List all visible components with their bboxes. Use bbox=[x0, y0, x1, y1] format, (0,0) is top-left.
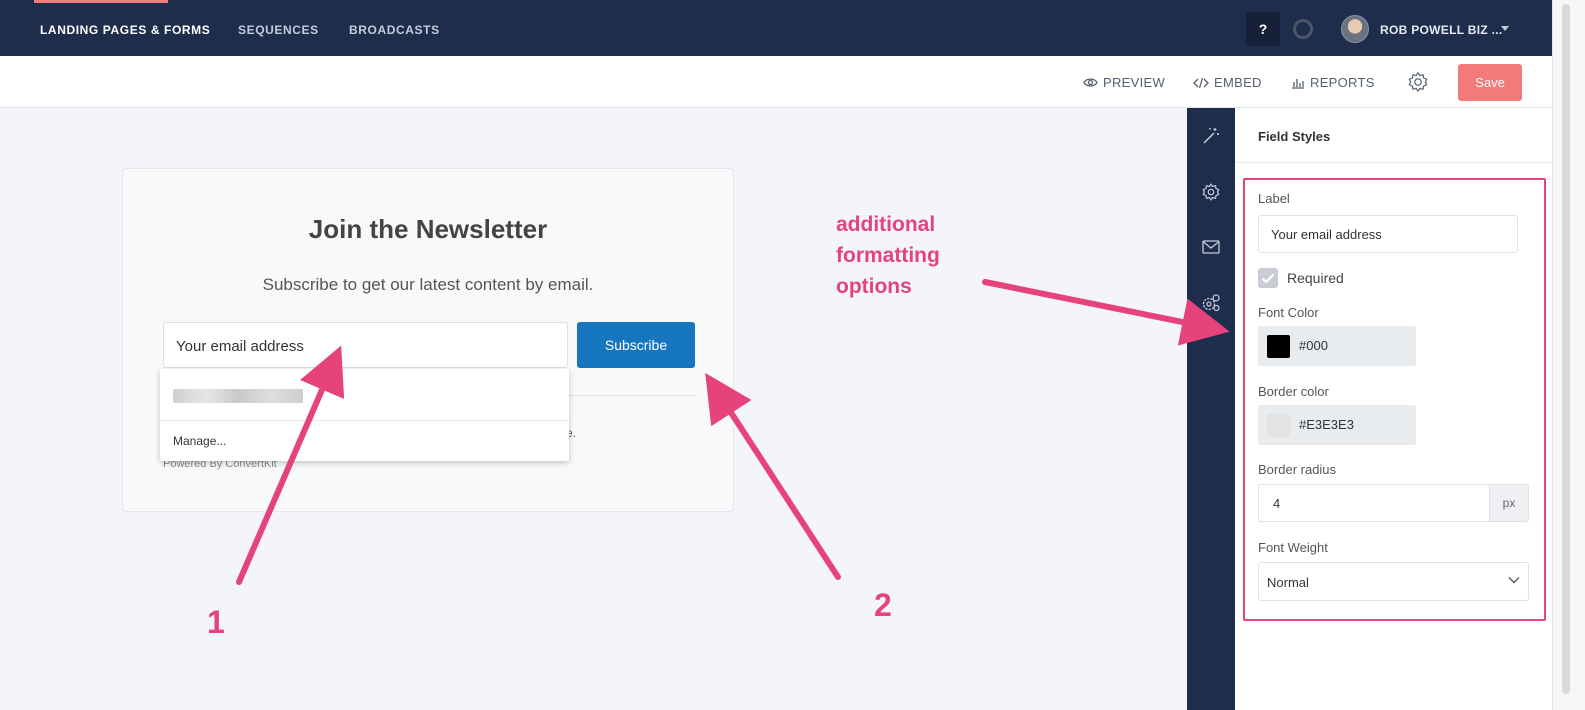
font-color-value: #000 bbox=[1299, 338, 1328, 353]
envelope-icon[interactable] bbox=[1201, 237, 1221, 257]
preview-button[interactable]: PREVIEW bbox=[1083, 75, 1165, 90]
form-title: Join the Newsletter bbox=[308, 214, 548, 244]
required-checkbox[interactable] bbox=[1258, 268, 1278, 288]
reports-button[interactable]: REPORTS bbox=[1291, 75, 1375, 90]
autofill-divider bbox=[160, 420, 569, 421]
scrollbar-thumb[interactable] bbox=[1562, 4, 1570, 694]
embed-button[interactable]: EMBED bbox=[1193, 75, 1262, 90]
border-radius-unit: px bbox=[1489, 484, 1529, 522]
font-color-heading: Font Color bbox=[1258, 305, 1319, 320]
autofill-suggestion[interactable] bbox=[173, 389, 303, 403]
font-color-picker[interactable]: #000 bbox=[1258, 326, 1416, 366]
font-color-swatch[interactable] bbox=[1267, 335, 1290, 358]
account-name[interactable]: ROB POWELL BIZ ... bbox=[1380, 23, 1503, 37]
font-weight-heading: Font Weight bbox=[1258, 540, 1328, 555]
chevron-down-icon bbox=[1508, 577, 1520, 584]
embed-label: EMBED bbox=[1214, 75, 1262, 90]
preview-label: PREVIEW bbox=[1103, 75, 1166, 90]
checkmark-icon bbox=[1261, 273, 1275, 284]
font-weight-select[interactable]: Normal bbox=[1258, 562, 1529, 601]
required-label: Required bbox=[1287, 270, 1344, 286]
editor-toolbar: PREVIEW EMBED REPORTS Save bbox=[0, 56, 1552, 108]
panel-title: Field Styles bbox=[1258, 129, 1331, 144]
font-weight-value: Normal bbox=[1267, 575, 1309, 590]
editor-side-rail bbox=[1187, 108, 1235, 710]
magic-wand-icon[interactable] bbox=[1201, 126, 1221, 146]
advanced-settings-icon[interactable] bbox=[1201, 293, 1221, 313]
settings-icon[interactable] bbox=[1201, 182, 1221, 202]
border-radius-heading: Border radius bbox=[1258, 462, 1337, 477]
form-subtitle: Subscribe to get our latest content by e… bbox=[262, 275, 594, 294]
field-styles-panel: Field Styles Label Your email address Re… bbox=[1235, 108, 1552, 710]
annotation-callout: additional formatting options bbox=[836, 209, 976, 302]
eye-icon bbox=[1083, 78, 1098, 87]
autofill-manage-link[interactable]: Manage... bbox=[173, 434, 226, 448]
border-color-swatch[interactable] bbox=[1267, 414, 1290, 437]
chevron-down-icon[interactable] bbox=[1501, 26, 1509, 31]
page-scrollbar[interactable] bbox=[1552, 0, 1585, 710]
border-color-heading: Border color bbox=[1258, 384, 1329, 399]
autofill-dropdown: Manage... bbox=[160, 369, 569, 461]
border-color-value: #E3E3E3 bbox=[1299, 417, 1354, 432]
border-color-picker[interactable]: #E3E3E3 bbox=[1258, 405, 1416, 445]
save-button[interactable]: Save bbox=[1458, 64, 1522, 101]
callout-line-2: formatting bbox=[836, 244, 940, 267]
border-radius-input[interactable]: 4 bbox=[1258, 484, 1489, 522]
label-text-field[interactable]: Your email address bbox=[1258, 215, 1518, 253]
active-nav-indicator bbox=[34, 0, 168, 3]
settings-gear-icon[interactable] bbox=[1407, 71, 1429, 93]
annotation-marker-1: 1 bbox=[207, 604, 225, 640]
loading-ring-icon bbox=[1293, 19, 1313, 39]
help-button[interactable]: ? bbox=[1246, 12, 1280, 46]
panel-divider bbox=[1235, 162, 1552, 163]
email-field[interactable]: Your email address bbox=[163, 322, 568, 368]
arrow-to-field-styles bbox=[982, 279, 1230, 346]
callout-line-3: options bbox=[836, 275, 912, 298]
avatar[interactable] bbox=[1341, 15, 1369, 43]
nav-broadcasts[interactable]: BROADCASTS bbox=[349, 23, 440, 37]
nav-sequences[interactable]: SEQUENCES bbox=[238, 23, 319, 37]
top-navigation-bar: LANDING PAGES & FORMS SEQUENCES BROADCAS… bbox=[0, 0, 1552, 56]
label-heading: Label bbox=[1258, 191, 1290, 206]
nav-landing-pages-forms[interactable]: LANDING PAGES & FORMS bbox=[40, 23, 210, 37]
code-icon bbox=[1193, 77, 1209, 88]
bar-chart-icon bbox=[1292, 78, 1304, 89]
reports-label: REPORTS bbox=[1310, 75, 1375, 90]
subscribe-button[interactable]: Subscribe bbox=[577, 322, 695, 368]
annotation-marker-2: 2 bbox=[874, 587, 892, 623]
callout-line-1: additional bbox=[836, 213, 936, 236]
